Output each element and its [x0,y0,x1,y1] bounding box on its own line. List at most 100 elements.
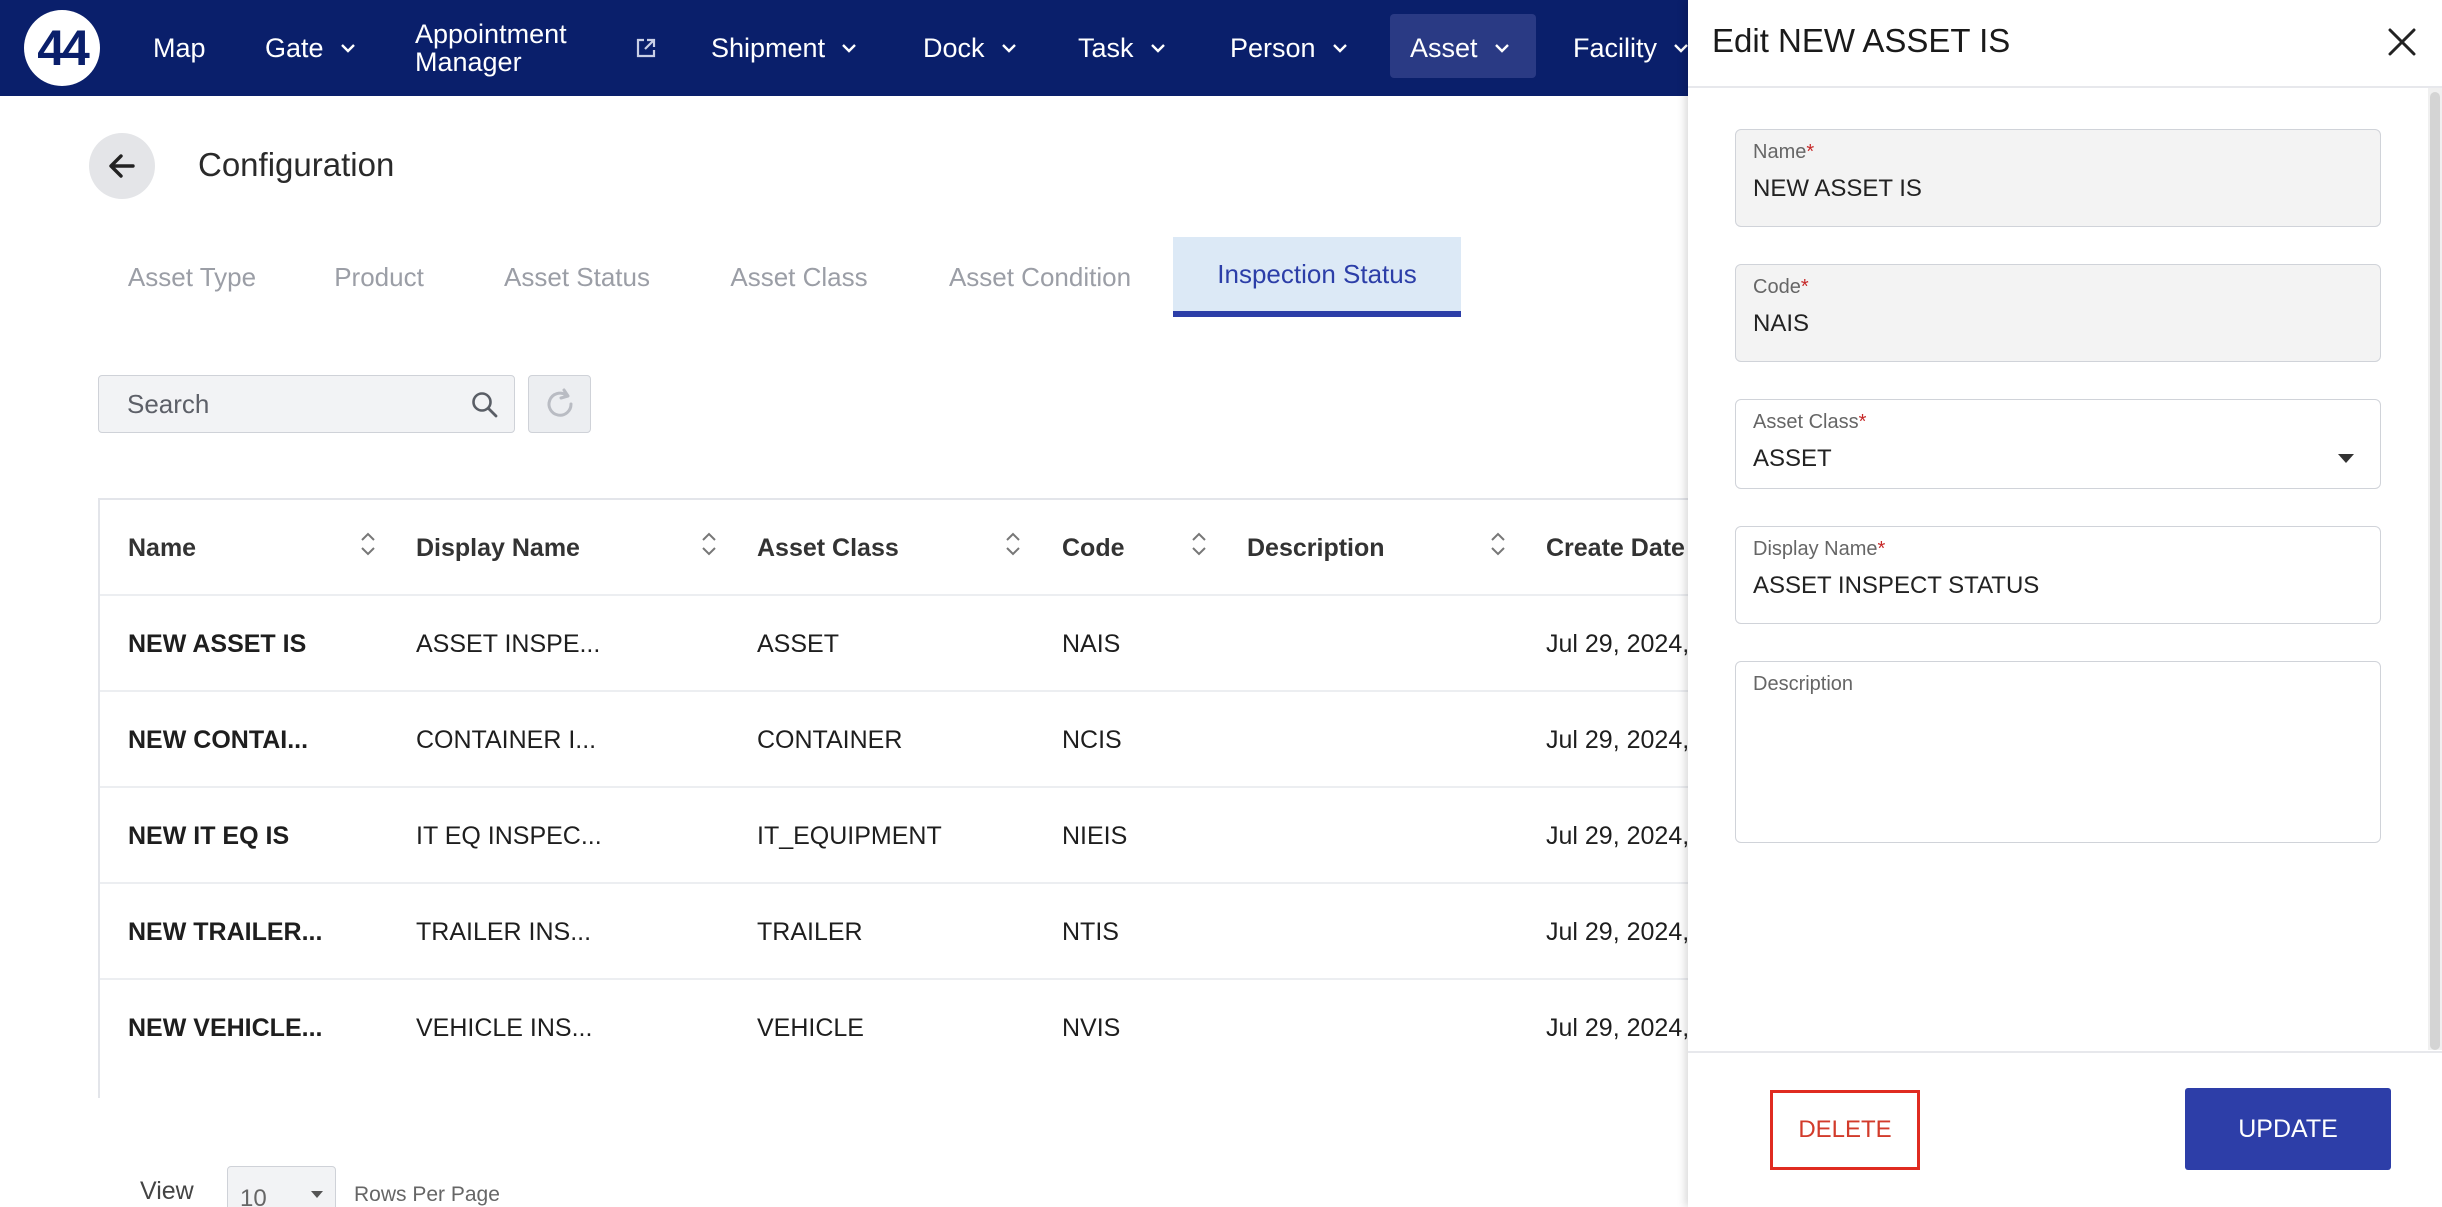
rows-per-page-select[interactable]: 10 [227,1166,336,1207]
name-field[interactable]: Name* NEW ASSET IS [1735,129,2381,227]
cell-code: NTIS [1062,918,1119,946]
search-icon[interactable] [470,390,500,420]
cell-asset-class: TRAILER [757,918,863,946]
cell-create-date: Jul 29, 2024, [1546,1014,1690,1042]
cell-display-name: VEHICLE INS... [416,1014,593,1042]
panel-title: Edit NEW ASSET IS [1712,22,2011,59]
name-field-value: NEW ASSET IS [1753,175,1922,202]
asset-class-select[interactable]: Asset Class* ASSET [1735,399,2381,489]
nav-item-label: Person [1230,32,1316,63]
asset-class-label: Asset Class* [1753,411,1867,433]
cell-code: NAIS [1062,630,1121,658]
code-field[interactable]: Code* NAIS [1735,264,2381,362]
nav-item-label: Map [153,32,206,63]
external-link-icon[interactable] [634,36,658,60]
display-name-label: Display Name* [1753,538,1886,560]
cell-name: NEW VEHICLE... [128,1014,323,1042]
cell-create-date: Jul 29, 2024, [1546,822,1690,850]
nav-item-label: Gate [265,32,324,63]
cell-asset-class: CONTAINER [757,726,903,754]
cell-create-date: Jul 29, 2024, [1546,918,1690,946]
delete-button[interactable]: DELETE [1770,1090,1920,1170]
cell-display-name: ASSET INSPE... [416,630,601,658]
cell-asset-class: VEHICLE [757,1014,864,1042]
table-row[interactable]: NEW IT EQ IS IT EQ INSPEC... IT_EQUIPMEN… [100,788,1690,884]
nav-item-dock[interactable]: Dock [923,0,1019,96]
table-row[interactable]: NEW CONTAI... CONTAINER I... CONTAINER N… [100,692,1690,788]
logo-text: 44 [37,20,90,76]
table-row[interactable]: NEW ASSET IS ASSET INSPE... ASSET NAIS J… [100,596,1690,692]
cell-name: NEW CONTAI... [128,726,309,754]
nav-item-label: Asset [1410,32,1478,63]
nav-item-label: Facility [1573,32,1658,63]
code-field-label: Code* [1753,276,1809,298]
refresh-button[interactable] [528,375,591,433]
code-field-value: NAIS [1753,310,1810,337]
cell-name: NEW IT EQ IS [128,822,290,850]
asset-class-value: ASSET [1753,445,1832,472]
nav-item-label-line1: Appointment [415,19,567,49]
panel-header: Edit NEW ASSET IS [1688,0,2442,88]
tab-inspection-status[interactable]: Inspection Status [1173,237,1461,317]
back-button[interactable] [89,133,155,199]
table-row[interactable]: NEW TRAILER... TRAILER INS... TRAILER NT… [100,884,1690,980]
cell-code: NCIS [1062,726,1122,754]
nav-item-label: Shipment [711,32,826,63]
display-name-field[interactable]: Display Name* ASSET INSPECT STATUS [1735,526,2381,624]
chevron-down-icon [1150,44,1165,53]
rows-per-page-label: Rows Per Page [354,1183,500,1206]
cell-name: NEW TRAILER... [128,918,323,946]
display-name-value: ASSET INSPECT STATUS [1753,572,2040,599]
nav-item-label: Task [1078,32,1134,63]
nav-item-task[interactable]: Task [1078,0,1168,96]
tab-product[interactable]: Product [308,237,450,317]
nav-item-asset[interactable]: Asset [1410,0,1512,96]
search-input[interactable] [127,388,447,420]
name-field-label: Name* [1753,141,1815,163]
page-title: Configuration [198,146,395,183]
rows-per-page-value: 10 [240,1185,267,1207]
panel-scrollbar-thumb[interactable] [2430,92,2440,1050]
app-root: 44 Map Gate Appointment Manager Shipment… [0,0,2442,1207]
nav-item-appointment-manager[interactable]: Appointment Manager [415,0,567,96]
search-box [98,375,515,433]
nav-item-map[interactable]: Map [153,0,206,96]
description-label: Description [1753,673,1854,695]
cell-display-name: TRAILER INS... [416,918,592,946]
caret-down-icon [2338,454,2354,463]
refresh-icon [547,388,573,417]
chevron-down-icon [1494,44,1509,53]
cell-code: NIEIS [1062,822,1128,850]
tab-asset-class[interactable]: Asset Class [706,237,892,317]
cell-asset-class: ASSET [757,630,839,658]
chevron-down-icon [1332,44,1347,53]
table-row[interactable]: NEW VEHICLE... VEHICLE INS... VEHICLE NV… [100,980,1690,1076]
close-icon[interactable] [2382,22,2422,62]
description-field[interactable]: Description [1735,661,2381,843]
nav-item-person[interactable]: Person [1230,0,1350,96]
chevron-down-icon [1001,44,1016,53]
cell-asset-class: IT_EQUIPMENT [757,822,942,850]
cell-display-name: CONTAINER I... [416,726,597,754]
edit-panel: Edit NEW ASSET IS Name* NEW ASSET IS Cod… [1688,0,2442,1207]
chevron-down-icon [842,44,856,53]
tab-asset-status[interactable]: Asset Status [478,237,676,317]
cell-name: NEW ASSET IS [128,630,307,658]
nav-item-gate[interactable]: Gate [265,0,358,96]
logo[interactable]: 44 [24,10,100,86]
table-header-row [100,498,1690,596]
cell-code: NVIS [1062,1014,1121,1042]
chevron-down-icon [340,44,355,53]
nav-item-label: Dock [923,32,985,63]
update-button[interactable]: UPDATE [2185,1088,2391,1170]
cell-display-name: IT EQ INSPEC... [416,822,602,850]
cell-create-date: Jul 29, 2024, [1546,630,1690,658]
arrow-left-icon [109,154,135,178]
caret-down-icon [311,1191,323,1198]
nav-item-shipment[interactable]: Shipment [711,0,859,96]
cell-create-date: Jul 29, 2024, [1546,726,1690,754]
view-label: View [140,1177,194,1205]
tab-asset-type[interactable]: Asset Type [98,237,286,317]
tab-asset-condition[interactable]: Asset Condition [922,237,1158,317]
nav-item-facility[interactable]: Facility [1573,0,1691,96]
